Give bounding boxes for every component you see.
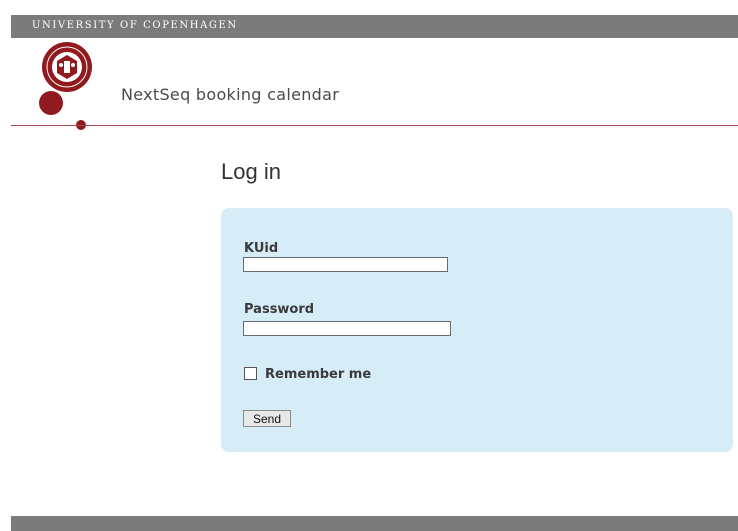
password-input[interactable] — [243, 321, 451, 336]
app-title: NextSeq booking calendar — [121, 85, 340, 104]
university-name: UNIVERSITY OF COPENHAGEN — [32, 20, 238, 31]
decorative-dot-large — [39, 91, 63, 115]
login-form: KUid Password Remember me Send — [221, 208, 733, 452]
site-header: NextSeq booking calendar — [11, 38, 738, 130]
remember-me-label[interactable]: Remember me — [265, 367, 371, 382]
remember-me-checkbox[interactable] — [244, 367, 257, 380]
send-button[interactable]: Send — [243, 410, 291, 427]
header-divider — [11, 125, 738, 126]
page-left-margin — [0, 0, 11, 531]
password-label: Password — [244, 302, 315, 317]
kuid-label: KUid — [244, 241, 279, 256]
kuid-input[interactable] — [243, 257, 448, 272]
page-footer-bar — [11, 516, 738, 531]
university-seal-icon[interactable] — [41, 41, 93, 93]
university-top-bar: UNIVERSITY OF COPENHAGEN — [11, 15, 738, 38]
page-title: Log in — [221, 159, 281, 184]
